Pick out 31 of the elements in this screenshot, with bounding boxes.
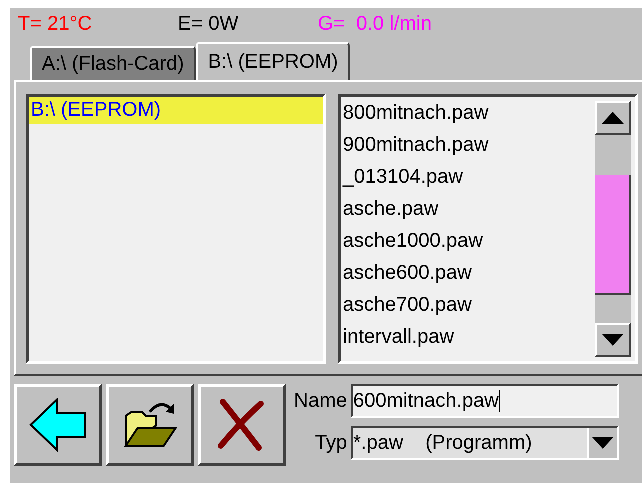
file-item[interactable]: asche700.paw (341, 289, 635, 321)
dropdown-arrow-icon[interactable] (591, 436, 616, 450)
open-button[interactable] (106, 384, 194, 466)
left-arrow-icon (29, 398, 87, 452)
status-reading: T= 21°C (18, 12, 94, 36)
name-field[interactable]: 600mitnach.paw (351, 384, 620, 418)
drive-tab[interactable]: B:\ (EEPROM) (196, 42, 350, 80)
status-reading: G= 0.0 l/min (318, 12, 432, 36)
file-item[interactable]: intervall.paw (341, 321, 635, 353)
file-item[interactable]: asche600.paw (341, 257, 635, 289)
file-item[interactable]: asche1000.paw (341, 225, 635, 257)
scroll-up-button[interactable] (595, 101, 631, 135)
type-label: Typ (315, 432, 348, 454)
status-reading: E= 0W (178, 12, 240, 36)
file-item[interactable]: 900mitnach.paw (341, 129, 635, 161)
scroll-thumb[interactable] (595, 175, 631, 295)
type-dropdown[interactable]: *.paw (Programm) (351, 426, 620, 460)
scroll-down-button[interactable] (595, 323, 631, 357)
drive-item[interactable]: B:\ (EEPROM) (29, 97, 323, 124)
delete-button[interactable] (198, 384, 286, 466)
cross-icon (217, 398, 267, 452)
back-button[interactable] (14, 384, 102, 466)
drive-tab[interactable]: A:\ (Flash-Card) (30, 46, 196, 80)
open-folder-icon (122, 400, 178, 450)
file-item[interactable]: _013104.paw (341, 161, 635, 193)
file-item[interactable]: 800mitnach.paw (341, 97, 635, 129)
file-item[interactable]: asche.paw (341, 193, 635, 225)
down-arrow-icon[interactable] (601, 333, 625, 347)
name-label: Name (294, 390, 348, 412)
up-arrow-icon[interactable] (601, 111, 625, 125)
scrollbar[interactable] (595, 101, 631, 357)
